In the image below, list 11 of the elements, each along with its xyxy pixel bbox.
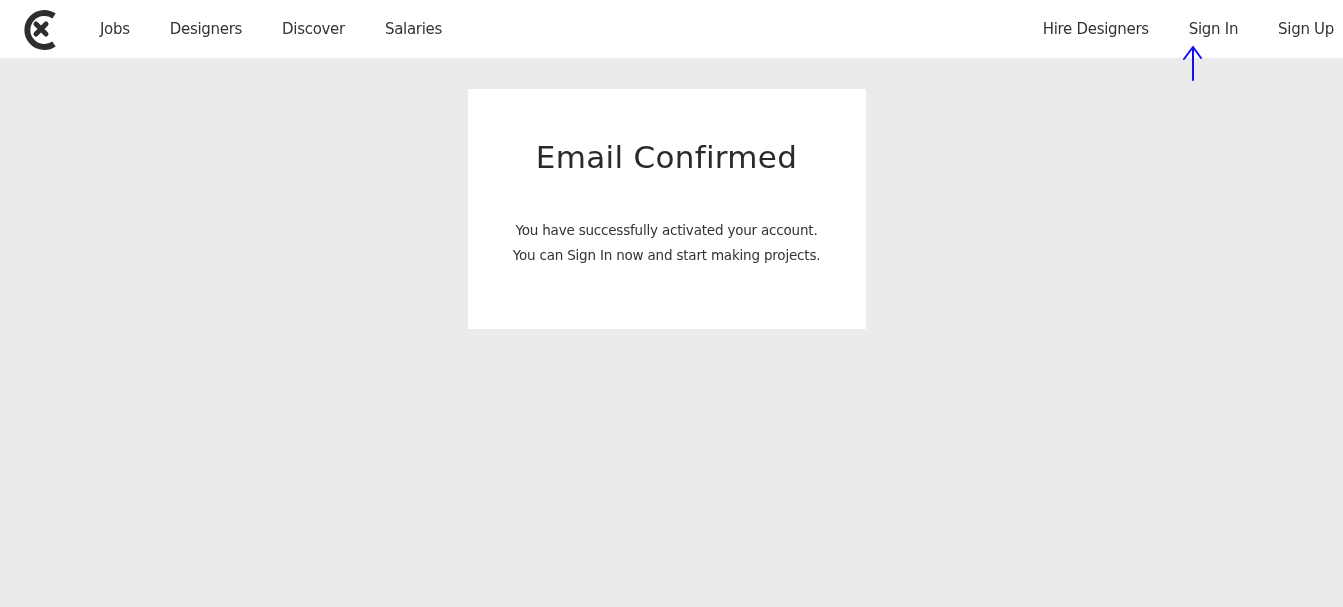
nav-link[interactable]: Sign Up <box>1278 20 1334 38</box>
nav-link[interactable]: Hire Designers <box>1042 20 1149 38</box>
nav-link[interactable]: Discover <box>282 20 345 38</box>
nav-link[interactable]: Salaries <box>384 20 442 38</box>
nav-link[interactable]: Sign In <box>1188 20 1239 38</box>
nav-link[interactable]: Designers <box>169 20 243 38</box>
message-text: You have successfully activated your account. <box>515 221 818 239</box>
message-text: You can Sign In now and start making projects. <box>512 246 821 264</box>
nav-link[interactable]: Jobs <box>100 20 130 38</box>
card-title: Email Confirmed <box>535 139 798 175</box>
arrow-annotation <box>1181 45 1205 81</box>
